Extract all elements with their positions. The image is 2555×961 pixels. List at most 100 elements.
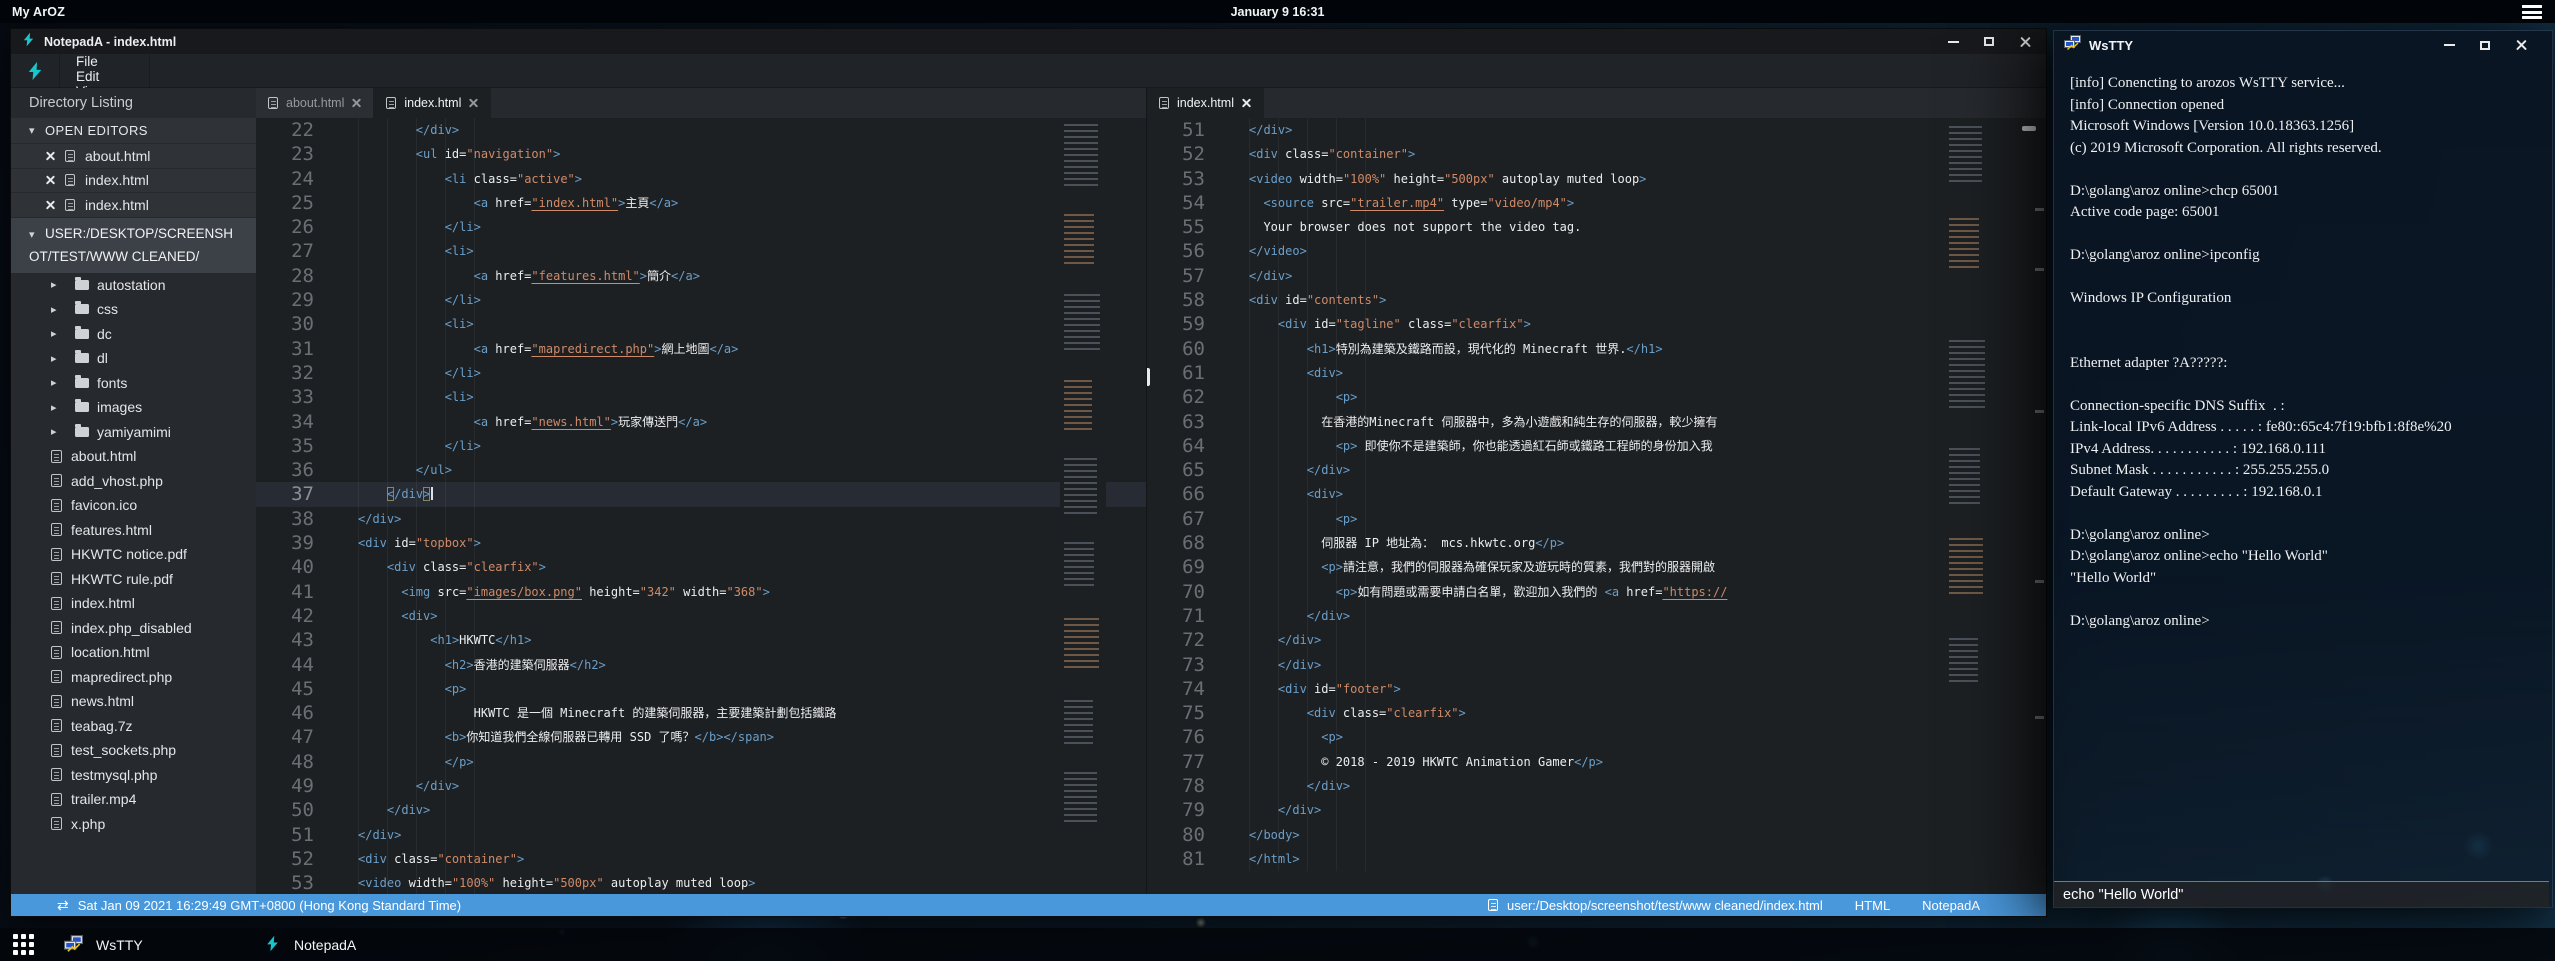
chevron-right-icon[interactable]: ▸ <box>51 401 67 414</box>
code-line[interactable]: 50 </div> <box>256 798 1146 822</box>
code-line[interactable]: 60 <h1>特別為建築及鐵路而設，現代化的 Minecraft 世界.</h1… <box>1147 337 2046 361</box>
code-line[interactable]: 43 <h1>HKWTC</h1> <box>256 628 1146 652</box>
tree-entry[interactable]: ▸ yamiyamimi <box>11 420 256 445</box>
tree-entry[interactable]: ▸ dc <box>11 322 256 347</box>
code-line[interactable]: 31 <a href="mapredirect.php">網上地圖</a> <box>256 337 1146 361</box>
code-line[interactable]: 81 </html> <box>1147 847 2046 871</box>
tree-entry[interactable]: ▸ dl <box>11 346 256 371</box>
code-line[interactable]: 40 <div class="clearfix"> <box>256 555 1146 579</box>
code-line[interactable]: 30 <li> <box>256 312 1146 336</box>
code-line[interactable]: 22 </div> <box>256 118 1146 142</box>
code-line[interactable]: 57 </div> <box>1147 264 2046 288</box>
pane-splitter-handle[interactable] <box>1147 368 1150 386</box>
tree-entry[interactable]: news.html <box>11 689 256 714</box>
code-line[interactable]: 78 </div> <box>1147 774 2046 798</box>
close-editor-icon[interactable] <box>46 176 55 185</box>
code-line[interactable]: 73 </div> <box>1147 653 2046 677</box>
code-line[interactable]: 55 Your browser does not support the vid… <box>1147 215 2046 239</box>
code-line[interactable]: 66 <div> <box>1147 482 2046 506</box>
tree-entry[interactable]: trailer.mp4 <box>11 787 256 812</box>
code-line[interactable]: 35 </li> <box>256 434 1146 458</box>
code-line[interactable]: 39 <div id="topbox"> <box>256 531 1146 555</box>
tree-entry[interactable]: about.html <box>11 444 256 469</box>
code-line[interactable]: 54 <source src="trailer.mp4" type="video… <box>1147 191 2046 215</box>
code-line[interactable]: 25 <a href="index.html">主頁</a> <box>256 191 1146 215</box>
tree-entry[interactable]: location.html <box>11 640 256 665</box>
chevron-right-icon[interactable]: ▸ <box>51 278 67 291</box>
open-editor-item[interactable]: index.html <box>11 169 256 194</box>
code-line[interactable]: 38 </div> <box>256 507 1146 531</box>
code-line[interactable]: 64 <p> 即使你不是建築師，你也能透過紅石師或鐵路工程師的身份加入我 <box>1147 434 2046 458</box>
taskbar-app-wstty[interactable]: WsTTY <box>34 928 234 961</box>
tree-entry[interactable]: ▸ fonts <box>11 371 256 396</box>
code-line[interactable]: 45 <p> <box>256 677 1146 701</box>
tree-entry[interactable]: test_sockets.php <box>11 738 256 763</box>
close-editor-icon[interactable] <box>46 151 55 160</box>
hamburger-menu-icon[interactable] <box>2522 5 2542 19</box>
notepada-titlebar[interactable]: NotepadA - index.html <box>11 29 2046 54</box>
code-line[interactable]: 56 </video> <box>1147 239 2046 263</box>
tree-entry[interactable]: ▸ images <box>11 395 256 420</box>
close-editor-icon[interactable] <box>46 200 55 209</box>
code-line[interactable]: 48 </p> <box>256 750 1146 774</box>
menu-item[interactable]: Edit <box>60 69 150 84</box>
tree-entry[interactable]: teabag.7z <box>11 714 256 739</box>
code-editor-right[interactable]: 51 </div> 52 <div class="container"> <box>1147 118 2046 894</box>
scrollbar-handle[interactable] <box>2022 126 2036 131</box>
code-line[interactable]: 65 </div> <box>1147 458 2046 482</box>
code-line[interactable]: 51 </div> <box>1147 118 2046 142</box>
chevron-right-icon[interactable]: ▸ <box>51 303 67 316</box>
open-editors-header[interactable]: ▾ OPEN EDITORS <box>11 118 256 144</box>
minimap[interactable] <box>1945 118 1991 894</box>
editor-tab[interactable]: index.html <box>374 88 491 118</box>
code-line[interactable]: 75 <div class="clearfix"> <box>1147 701 2046 725</box>
code-line[interactable]: 44 <h2>香港的建築伺服器</h2> <box>256 653 1146 677</box>
code-line[interactable]: 34 <a href="news.html">玩家傳送門</a> <box>256 410 1146 434</box>
code-line[interactable]: 62 <p> <box>1147 385 2046 409</box>
menu-item[interactable]: File <box>60 54 150 69</box>
tree-entry[interactable]: add_vhost.php <box>11 469 256 494</box>
minimap[interactable] <box>1060 118 1106 894</box>
code-line[interactable]: 53 <video width="100%" height="500px" au… <box>1147 167 2046 191</box>
chevron-right-icon[interactable]: ▸ <box>51 327 67 340</box>
code-line[interactable]: 52 <div class="container"> <box>1147 142 2046 166</box>
code-line[interactable]: 67 <p> <box>1147 507 2046 531</box>
tree-entry[interactable]: testmysql.php <box>11 763 256 788</box>
code-line[interactable]: 49 </div> <box>256 774 1146 798</box>
statusbar-filepath[interactable]: user:/Desktop/screenshot/test/www cleane… <box>1507 898 1823 913</box>
tree-entry[interactable]: ▸ autostation <box>11 273 256 298</box>
code-line[interactable]: 69 <p>請注意，我們的伺服器為確保玩家及遊玩時的質素，我們對的服器開啟 <box>1147 555 2046 579</box>
code-line[interactable]: 53 <video width="100%" height="500px" au… <box>256 871 1146 894</box>
tree-entry[interactable]: mapredirect.php <box>11 665 256 690</box>
maximize-button[interactable] <box>2478 38 2492 52</box>
close-tab-icon[interactable] <box>1242 99 1251 108</box>
chevron-right-icon[interactable]: ▸ <box>51 376 67 389</box>
code-line[interactable]: 77 © 2018 - 2019 HKWTC Animation Gamer</… <box>1147 750 2046 774</box>
system-brand[interactable]: My ArOZ <box>12 5 65 19</box>
editor-tab[interactable]: index.html <box>1147 88 1264 118</box>
code-line[interactable]: 27 <li> <box>256 239 1146 263</box>
code-line[interactable]: 26 </li> <box>256 215 1146 239</box>
code-line[interactable]: 24 <li class="active"> <box>256 167 1146 191</box>
minimize-button[interactable] <box>1946 35 1960 49</box>
code-line[interactable]: 71 </div> <box>1147 604 2046 628</box>
code-editor-left[interactable]: 22 </div> 23 <ul id="navigation"> <box>256 118 1146 894</box>
tree-entry[interactable]: HKWTC notice.pdf <box>11 542 256 567</box>
code-line[interactable]: 28 <a href="features.html">簡介</a> <box>256 264 1146 288</box>
minimize-button[interactable] <box>2442 38 2456 52</box>
code-line[interactable]: 41 <img src="images/box.png" height="342… <box>256 580 1146 604</box>
terminal-command-input[interactable] <box>2054 881 2549 907</box>
code-line[interactable]: 42 <div> <box>256 604 1146 628</box>
code-line[interactable]: 76 <p> <box>1147 725 2046 749</box>
tree-entry[interactable]: index.php_disabled <box>11 616 256 641</box>
tree-entry[interactable]: ▸ css <box>11 297 256 322</box>
code-line[interactable]: 29 </li> <box>256 288 1146 312</box>
code-line[interactable]: 72 </div> <box>1147 628 2046 652</box>
code-line[interactable]: 79 </div> <box>1147 798 2046 822</box>
code-line[interactable]: 23 <ul id="navigation"> <box>256 142 1146 166</box>
code-line[interactable]: 32 </li> <box>256 361 1146 385</box>
tree-root-header[interactable]: ▾USER:/DESKTOP/SCREENSHOT/TEST/WWW CLEAN… <box>11 218 256 273</box>
editor-tab[interactable]: about.html <box>256 88 374 118</box>
code-line[interactable]: 59 <div id="tagline" class="clearfix"> <box>1147 312 2046 336</box>
chevron-right-icon[interactable]: ▸ <box>51 352 67 365</box>
